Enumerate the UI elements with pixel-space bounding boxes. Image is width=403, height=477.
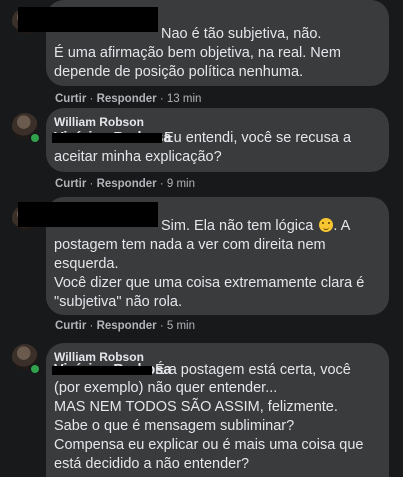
redacted-name <box>18 7 158 32</box>
comment-bubble: Sim. Ela não tem lógica . A postagem tem… <box>18 197 389 315</box>
comment-text-line: postagem tem nada a ver com direita nem <box>54 237 326 253</box>
comment-time[interactable]: 5 min <box>167 320 195 332</box>
comment-1: Nao é tão subjetiva, não. É uma afirmaçã… <box>0 0 403 105</box>
comment-text-line: Eu entendi, você se recusa a <box>164 130 352 146</box>
comment-time[interactable]: 13 min <box>167 93 202 105</box>
comment-text-line: "subjetiva" não rola. <box>54 294 182 310</box>
comment-bubble: William Robson Vinícius Barbosa É a post… <box>46 343 389 477</box>
comment-actions: Curtir · Responder · 13 min <box>55 93 201 105</box>
separator: · <box>89 178 94 190</box>
comment-text-line: Sim. Ela não tem lógica . A <box>161 217 350 236</box>
comment-2: William Robson Vinícius Barbosa Eu enten… <box>0 108 403 196</box>
like-button[interactable]: Curtir <box>55 178 86 190</box>
comment-text-line: Você dizer que uma coisa extremamente cl… <box>54 275 365 291</box>
online-status-indicator <box>29 132 41 144</box>
redacted-mention <box>52 133 162 143</box>
comment-text-line: esquerda. <box>54 256 119 272</box>
redacted-name <box>18 202 158 227</box>
comment-3: Sim. Ela não tem lógica . A postagem tem… <box>0 197 403 337</box>
comment-time[interactable]: 9 min <box>167 178 195 190</box>
separator: · <box>159 320 164 332</box>
comment-4: William Robson Vinícius Barbosa É a post… <box>0 343 403 477</box>
comment-text-line: Nao é tão subjetiva, não. <box>161 26 322 42</box>
comment-actions: Curtir · Responder · 5 min <box>55 320 195 332</box>
comment-text-line: Sabe o que é mensagem subliminar? <box>54 418 295 434</box>
separator: · <box>89 320 94 332</box>
smiling-face-icon <box>319 218 334 232</box>
separator: · <box>89 93 94 105</box>
comment-bubble: William Robson Vinícius Barbosa Eu enten… <box>46 108 389 172</box>
redacted-mention <box>52 366 152 375</box>
online-status-indicator <box>29 363 41 375</box>
comment-bubble: Nao é tão subjetiva, não. É uma afirmaçã… <box>18 0 389 86</box>
comment-text-line: aceitar minha explicação? <box>54 149 222 165</box>
comment-text-line: (por exemplo) não quer entender... <box>54 380 278 396</box>
comment-text-line: MAS NEM TODOS SÃO ASSIM, felizmente. <box>54 399 338 415</box>
comment-actions: Curtir · Responder · 9 min <box>55 178 195 190</box>
comment-text-line: É uma afirmação bem objetiva, na real. N… <box>54 45 341 61</box>
separator: · <box>159 93 164 105</box>
comment-text-suffix: . A <box>333 218 351 234</box>
comment-author[interactable]: William Robson <box>54 115 144 129</box>
like-button[interactable]: Curtir <box>55 93 86 105</box>
comment-text-line: depende de posição política nenhuma. <box>54 64 304 80</box>
reply-button[interactable]: Responder <box>97 93 157 105</box>
comment-text-line: está decidido a não entender? <box>54 456 250 472</box>
comment-text-line: É a postagem está certa, você <box>155 362 351 378</box>
like-button[interactable]: Curtir <box>55 320 86 332</box>
comment-text: Sim. Ela não tem lógica <box>161 218 314 234</box>
comment-text-line: Compensa eu explicar ou é mais uma coisa… <box>54 437 364 453</box>
reply-button[interactable]: Responder <box>97 178 157 190</box>
separator: · <box>159 178 164 190</box>
reply-button[interactable]: Responder <box>97 320 157 332</box>
